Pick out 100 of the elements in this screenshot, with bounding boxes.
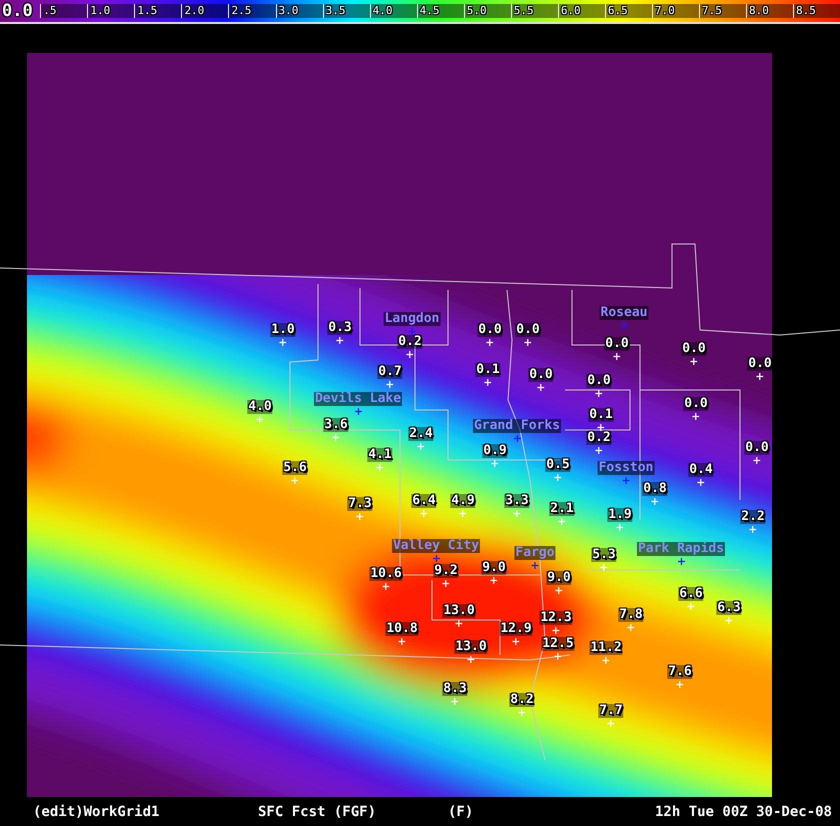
station-marker-icon [554, 474, 562, 481]
city-marker-icon [678, 558, 684, 565]
scale-label: 6.0 [558, 4, 605, 18]
station-value: 4.0 [247, 400, 273, 414]
scale-label: 7.0 [652, 4, 699, 18]
city-label: Fargo [514, 546, 556, 560]
station-marker-icon [552, 627, 560, 634]
station-marker-icon [690, 358, 698, 365]
station-marker-icon [490, 577, 498, 584]
scale-label: 5.0 [464, 4, 511, 18]
station-marker-icon [406, 351, 414, 358]
station-value: 0.9 [482, 444, 508, 458]
station-marker-icon [398, 638, 406, 645]
scale-label: 1.5 [134, 4, 182, 18]
scale-label: 3.5 [322, 4, 370, 18]
station-marker-icon [750, 526, 756, 533]
station-marker-icon [468, 656, 474, 663]
station-marker-icon [486, 339, 494, 346]
station-marker-icon [386, 381, 394, 388]
station-value: 3.3 [504, 494, 530, 508]
station-marker-icon [442, 580, 450, 587]
station-value: 0.0 [515, 323, 541, 337]
station-value: 0.5 [545, 458, 571, 472]
station-marker-icon [614, 353, 620, 360]
station-value: 7.3 [347, 497, 373, 511]
station-value: 7.6 [667, 665, 693, 679]
station-value: 0.0 [681, 342, 707, 356]
station-value: 0.0 [744, 441, 770, 455]
source-label: SFC Fcst (FGF) [258, 804, 378, 820]
scale-label: 4.5 [416, 4, 464, 18]
station-marker-icon [554, 653, 562, 660]
station-value: 13.0 [454, 640, 488, 654]
station-marker-icon [518, 709, 526, 716]
scale-label: 8.5 [793, 4, 840, 18]
station-value: 0.2 [586, 431, 612, 445]
valid-time: 12h Tue 00Z 30-Dec-08 [654, 804, 832, 820]
station-marker-icon [492, 460, 498, 467]
scale-label: 6.5 [604, 4, 652, 18]
station-marker-icon [692, 413, 700, 420]
station-marker-icon [538, 384, 544, 391]
current-value: 0.0 [2, 1, 34, 21]
station-value: 0.3 [327, 321, 353, 335]
city-marker-icon [432, 555, 440, 562]
station-marker-icon [608, 720, 614, 727]
station-value: 10.8 [385, 622, 419, 636]
city-label: Langdon [384, 312, 440, 326]
station-value: 1.9 [607, 508, 633, 522]
station-marker-icon [556, 587, 562, 594]
station-marker-icon [256, 416, 264, 423]
station-value: 2.2 [740, 510, 766, 524]
station-value: 4.9 [450, 494, 476, 508]
station-marker-icon [460, 510, 466, 517]
station-value: 5.6 [282, 461, 308, 475]
scale-label: 8.0 [746, 4, 794, 18]
city-label: Fosston [598, 461, 654, 475]
station-marker-icon [524, 339, 532, 346]
station-value: 0.0 [528, 368, 554, 382]
station-marker-icon [676, 681, 684, 688]
city-marker-icon [354, 408, 362, 415]
station-marker-icon [600, 564, 608, 571]
station-marker-icon [280, 339, 286, 346]
station-value: 2.4 [408, 427, 434, 441]
station-marker-icon [652, 498, 658, 505]
station-marker-icon [602, 657, 610, 664]
station-value: 7.7 [598, 704, 624, 718]
station-marker-icon [596, 447, 602, 454]
station-value: 0.0 [586, 374, 612, 388]
scale-label: 4.0 [370, 4, 417, 18]
station-marker-icon [356, 513, 364, 520]
station-marker-icon [756, 373, 764, 380]
station-value: 0.0 [747, 357, 773, 371]
grid-name: (edit)WorkGrid1 [33, 804, 160, 820]
station-value: 9.0 [481, 561, 507, 575]
city-marker-icon [620, 322, 628, 329]
station-value: 12.3 [539, 611, 573, 625]
scale-label: 3.0 [276, 4, 323, 18]
city-label: Park Rapids [636, 542, 726, 556]
station-value: 0.0 [683, 397, 709, 411]
station-marker-icon [382, 583, 390, 590]
city-label: Roseau [600, 306, 648, 320]
station-value: 0.1 [475, 363, 501, 377]
station-marker-icon [754, 457, 760, 464]
station-marker-icon [688, 603, 694, 610]
station-value: 0.8 [642, 482, 668, 496]
station-value: 6.4 [411, 494, 437, 508]
station-value: 11.2 [589, 641, 623, 655]
scale-label: 2.0 [181, 4, 228, 18]
station-value: 6.3 [716, 601, 742, 615]
city-marker-icon [408, 328, 416, 335]
city-label: Grand Forks [472, 419, 562, 433]
station-marker-icon [418, 443, 424, 450]
station-value: 9.2 [433, 564, 459, 578]
station-marker-icon [596, 390, 602, 397]
station-marker-icon [628, 624, 634, 631]
station-marker-icon [336, 337, 344, 344]
station-value: 9.0 [546, 571, 572, 585]
station-value: 0.0 [477, 323, 503, 337]
station-marker-icon [558, 518, 566, 525]
city-marker-icon [532, 562, 538, 569]
city-label: Devils Lake [314, 392, 402, 406]
